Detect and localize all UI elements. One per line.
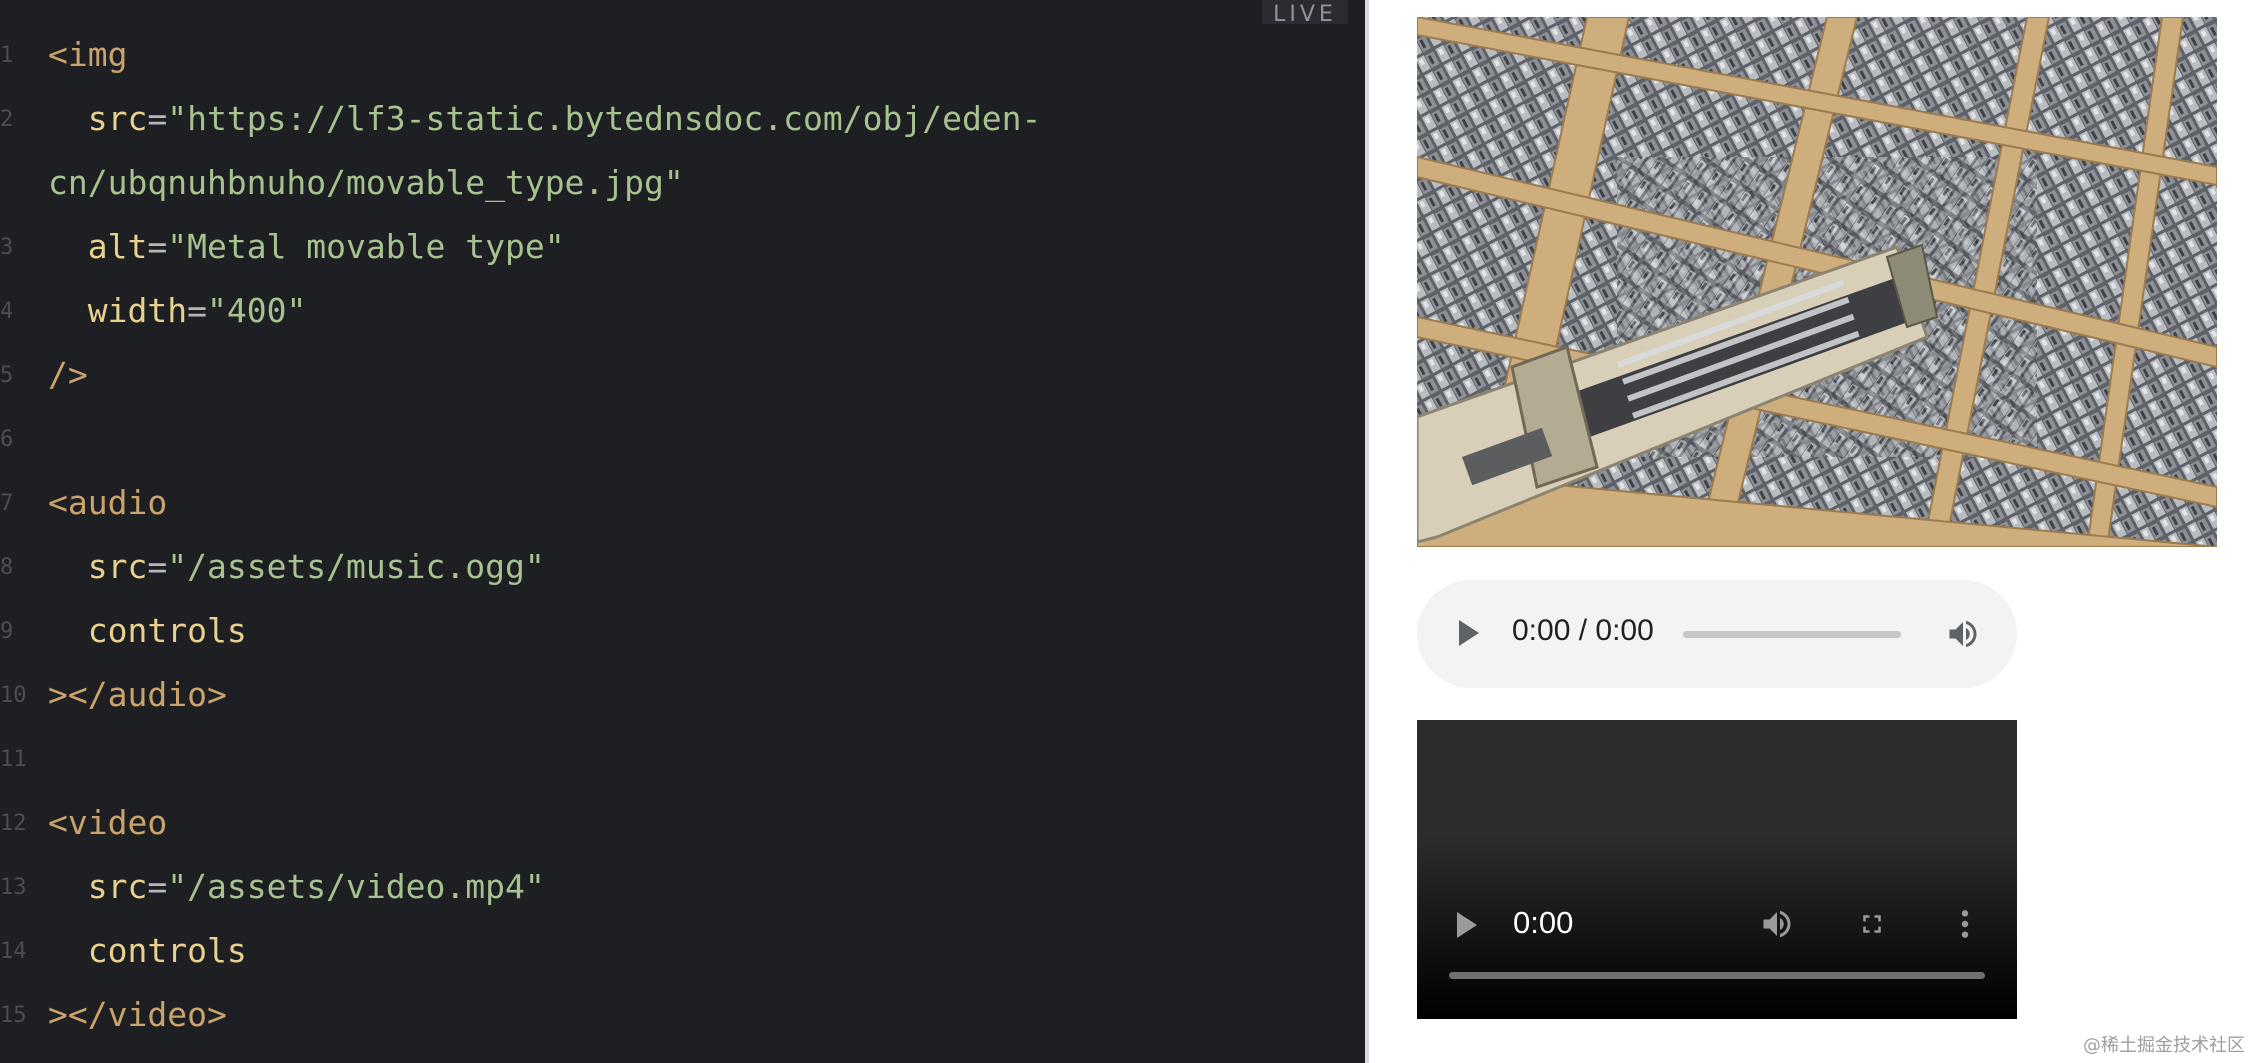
audio-close-tag: ></audio> [48, 675, 227, 714]
video-time: 0:00 [1513, 905, 1574, 940]
img-width-attr: width [87, 291, 188, 330]
more-options-icon[interactable] [1955, 908, 1975, 944]
play-icon[interactable] [1459, 620, 1479, 646]
audio-controls-attr: controls [87, 611, 247, 650]
volume-icon[interactable] [1945, 616, 1981, 656]
img-src-value: "https://lf3-static.bytednsdoc.com/obj/e… [167, 99, 1042, 138]
line-number: 1 [0, 42, 14, 68]
line-number: 3 [0, 234, 14, 260]
audio-src-value: "/assets/music.ogg" [167, 547, 545, 586]
video-close-tag: ></video> [48, 995, 227, 1034]
line-number: 12 [0, 810, 27, 836]
watermark: @稀土掘金技术社区 [2083, 1035, 2245, 1056]
audio-open-tag: <audio [48, 483, 168, 522]
line-number: 11 [0, 746, 27, 772]
video-src-value: "/assets/video.mp4" [167, 867, 545, 906]
video-src-attr: src [87, 867, 148, 906]
img-src-attr: src [87, 99, 148, 138]
img-src-value-cont: cn/ubqnuhbnuho/movable_type.jpg" [48, 163, 684, 202]
fullscreen-icon[interactable] [1857, 909, 1887, 943]
video-seek-bar[interactable] [1449, 972, 1985, 979]
play-icon[interactable] [1457, 912, 1477, 938]
code-editor[interactable]: 1 <img 2 src="https://lf3-static.bytedns… [0, 0, 1365, 1063]
line-number: 6 [0, 426, 14, 452]
audio-seek-bar[interactable] [1683, 631, 1901, 638]
img-width-value: "400" [206, 291, 307, 330]
audio-src-attr: src [87, 547, 148, 586]
preview-pane: 0:00 / 0:00 0:00 @稀土掘金技术社区 [1369, 0, 2251, 1063]
line-number: 2 [0, 106, 14, 132]
volume-icon[interactable] [1759, 906, 1795, 946]
audio-player[interactable]: 0:00 / 0:00 [1417, 580, 2017, 688]
movable-type-image [1417, 17, 2217, 547]
line-number: 9 [0, 618, 14, 644]
line-number: 7 [0, 490, 14, 516]
line-number: 15 [0, 1002, 27, 1028]
line-number: 14 [0, 938, 27, 964]
live-badge[interactable]: LIVE [1262, 0, 1348, 24]
img-alt-attr: alt [87, 227, 148, 266]
video-player[interactable]: 0:00 [1417, 720, 2017, 1019]
img-alt-value: "Metal movable type" [167, 227, 565, 266]
line-number: 13 [0, 874, 27, 900]
audio-time: 0:00 / 0:00 [1512, 614, 1654, 647]
line-number: 4 [0, 298, 14, 324]
img-close-tag: /> [48, 355, 88, 394]
line-number: 10 [0, 682, 27, 708]
line-number: 8 [0, 554, 14, 580]
video-controls-attr: controls [87, 931, 247, 970]
video-open-tag: <video [48, 803, 168, 842]
img-open-tag: <img [48, 35, 128, 74]
line-number: 5 [0, 362, 14, 388]
